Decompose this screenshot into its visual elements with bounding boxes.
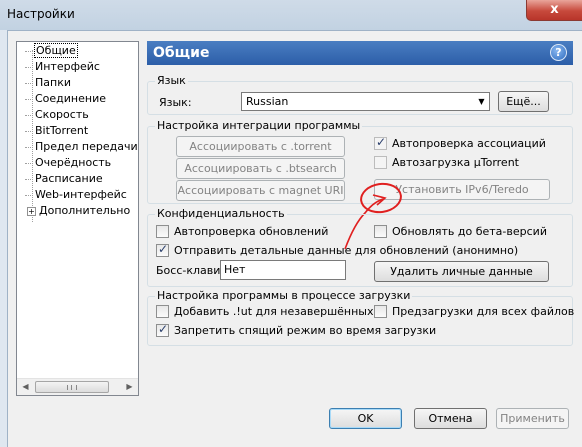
language-group-title: Язык — [155, 74, 188, 88]
apply-button[interactable]: Применить — [496, 408, 569, 429]
tree-item-connection[interactable]: Соединение — [25, 91, 106, 107]
cancel-button[interactable]: Отмена — [414, 408, 487, 429]
prealloc-checkbox[interactable] — [374, 305, 387, 318]
tree-item-label: Общие — [34, 43, 78, 58]
tree-item-label: BitTorrent — [35, 124, 89, 137]
beta-updates-checkbox[interactable] — [374, 225, 387, 238]
tree-item-speed[interactable]: Скорость — [25, 107, 89, 123]
auto-check-updates-label: Автопроверка обновлений — [174, 225, 329, 238]
tree-item-label: Расписание — [35, 172, 103, 185]
autostart-label: Автозагрузка µTorrent — [392, 156, 519, 169]
language-more-button[interactable]: Ещё... — [498, 91, 549, 112]
auto-check-assoc-checkbox[interactable] — [374, 135, 387, 150]
help-icon[interactable]: ? — [550, 44, 567, 61]
tree-item-label: Предел передачи — [35, 140, 138, 153]
tree-item-advanced[interactable]: + Дополнительно — [27, 203, 130, 219]
tree-item-label: Папки — [35, 76, 71, 89]
auto-check-updates-checkbox[interactable] — [156, 225, 169, 238]
tree-item-label: Дополнительно — [39, 204, 131, 217]
page-title: Общие — [153, 45, 210, 61]
page-title-bar: Общие ? — [147, 41, 573, 65]
privacy-group-title: Конфиденциальность — [155, 207, 287, 221]
tree-item-bittorrent[interactable]: BitTorrent — [25, 123, 88, 139]
tree-item-label: Очерёдность — [35, 156, 112, 169]
auto-check-assoc-label: Автопроверка ассоциаций — [392, 137, 546, 150]
tree-item-transfer-cap[interactable]: Предел передачи — [25, 139, 138, 155]
tree-horizontal-scrollbar[interactable]: ◀ ▶ — [17, 378, 138, 395]
assoc-torrent-button[interactable]: Ассоциировать с .torrent — [176, 136, 345, 157]
tree-item-folders[interactable]: Папки — [25, 75, 71, 91]
ok-button[interactable]: OK — [329, 408, 402, 429]
clear-private-data-button[interactable]: Удалить личные данные — [374, 261, 549, 282]
append-ut-checkbox[interactable] — [156, 305, 169, 318]
boss-key-label: Босс-клавиша — [156, 264, 221, 277]
assoc-btsearch-button[interactable]: Ассоциировать с .btsearch — [176, 158, 345, 179]
tree-item-label: Скорость — [35, 108, 89, 121]
expand-plus-icon[interactable]: + — [27, 206, 36, 216]
tree-item-queueing[interactable]: Очерёдность — [25, 155, 111, 171]
close-button[interactable]: x — [526, 0, 582, 21]
scroll-right-arrow-icon[interactable]: ▶ — [121, 379, 138, 395]
prevent-standby-checkbox[interactable] — [156, 322, 169, 337]
tree-item-general[interactable]: Общие — [25, 43, 78, 59]
send-details-checkbox[interactable] — [156, 242, 169, 257]
tree-item-interface[interactable]: Интерфейс — [25, 59, 100, 75]
autostart-checkbox[interactable] — [374, 156, 387, 169]
dialog-client-area: Общие Интерфейс Папки Соединение Скорост… — [7, 30, 582, 447]
settings-window: Настройки x Общие Интерфейс Папки Соедин… — [0, 0, 582, 447]
boss-key-input[interactable]: Нет — [220, 260, 346, 280]
prevent-standby-label: Запретить спящий режим во время загрузки — [174, 324, 437, 337]
append-ut-label: Добавить .!ut для незавершённых — [174, 305, 374, 318]
integration-group-title: Настройка интеграции программы — [155, 119, 363, 133]
prealloc-label: Предзагрузки для всех файлов — [392, 305, 575, 318]
chevron-down-icon[interactable]: ▼ — [474, 93, 489, 110]
scroll-thumb[interactable] — [35, 381, 109, 393]
tree-item-label: Web-интерфейс — [35, 188, 127, 201]
scroll-grip-icon — [67, 385, 77, 390]
window-title: Настройки — [7, 7, 75, 21]
tree-item-label: Соединение — [35, 92, 107, 105]
download-group: Настройка программы в процессе загрузки — [147, 289, 573, 346]
send-details-label: Отправить детальные данные для обновлени… — [174, 244, 519, 257]
language-label: Язык: — [159, 96, 192, 109]
beta-updates-label: Обновлять до бета-версий — [392, 225, 547, 238]
language-select[interactable]: Russian ▼ — [241, 92, 490, 111]
settings-tree[interactable]: Общие Интерфейс Папки Соединение Скорост… — [16, 41, 139, 396]
scroll-left-arrow-icon[interactable]: ◀ — [17, 379, 34, 395]
language-select-value: Russian — [246, 95, 289, 108]
tree-item-label: Интерфейс — [35, 60, 100, 73]
download-group-title: Настройка программы в процессе загрузки — [155, 289, 413, 303]
tree-item-scheduler[interactable]: Расписание — [25, 171, 103, 187]
assoc-magnet-button[interactable]: Ассоциировать с magnet URI — [176, 180, 345, 201]
tree-item-web-ui[interactable]: Web-интерфейс — [25, 187, 127, 203]
